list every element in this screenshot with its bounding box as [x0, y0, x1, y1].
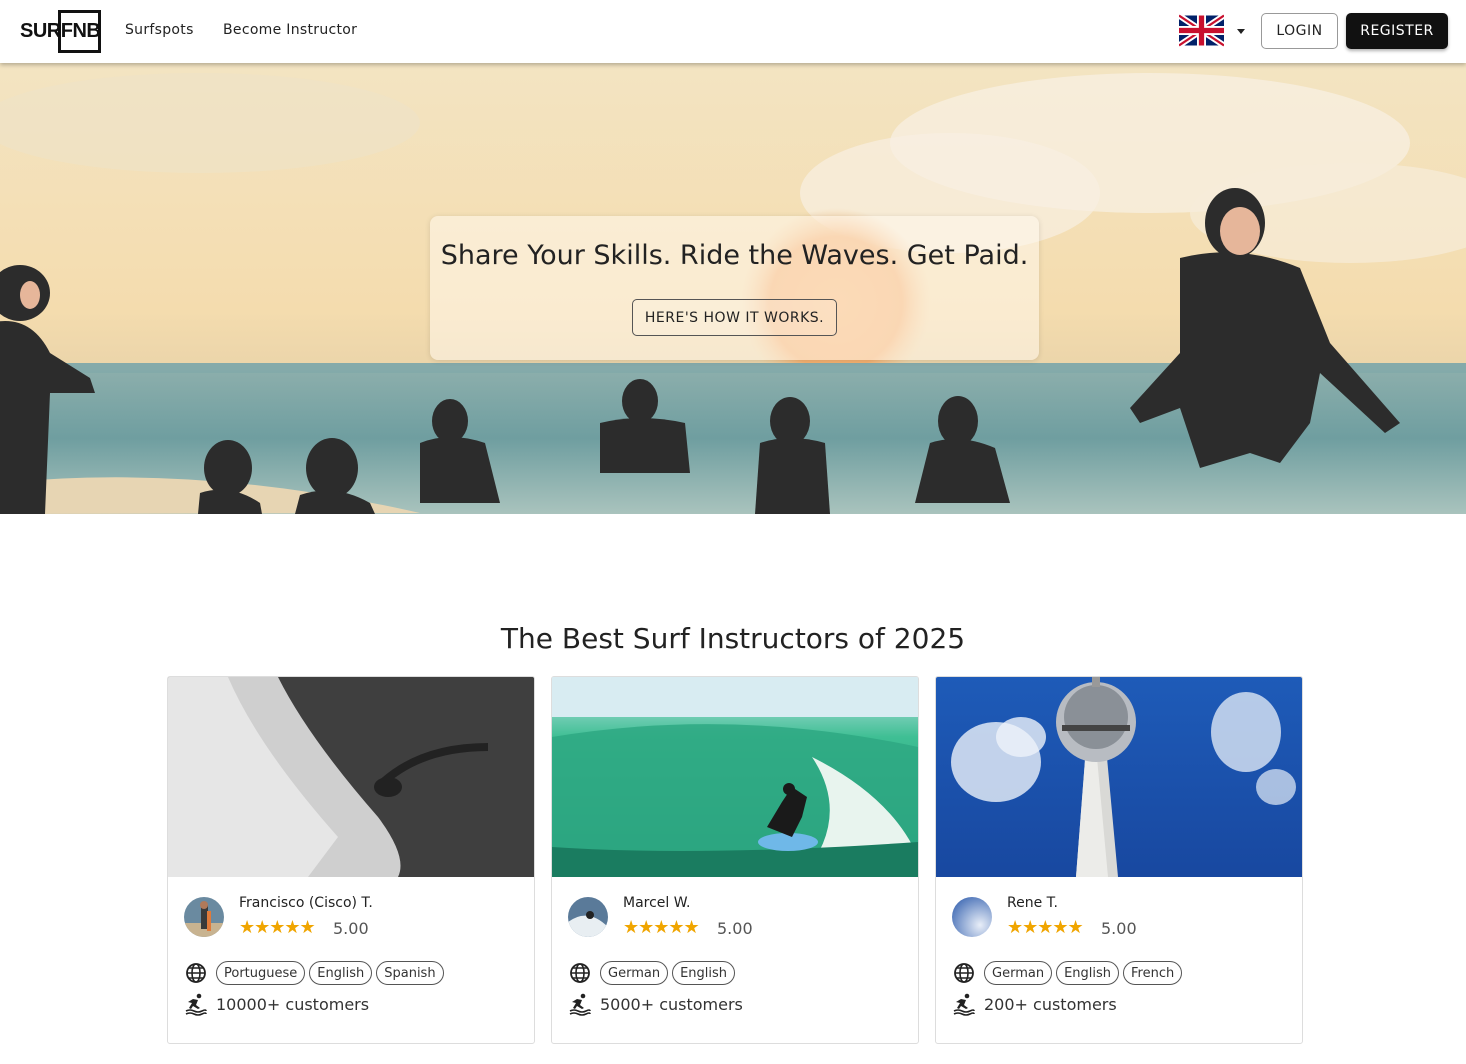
- rating-value: 5.00: [1101, 919, 1137, 938]
- globe-icon: [954, 963, 974, 983]
- language-chip: English: [1056, 961, 1120, 985]
- star-rating-icon: ★★★★★: [1007, 917, 1084, 938]
- language-chip: Portuguese: [216, 961, 306, 985]
- star-rating-icon: ★★★★★: [623, 917, 700, 938]
- instructor-photo: [168, 677, 534, 877]
- language-chip: Spanish: [376, 961, 444, 985]
- surfing-icon: [185, 993, 207, 1016]
- customers-row: 200+ customers: [952, 992, 1117, 1016]
- avatar: [952, 897, 992, 937]
- languages-row: German English: [568, 961, 739, 985]
- instructor-card[interactable]: Marcel W. ★★★★★ 5.00 German English 5000…: [551, 676, 919, 1044]
- language-chip: German: [984, 961, 1053, 985]
- customers-row: 10000+ customers: [184, 992, 369, 1016]
- nav-link-become-instructor[interactable]: Become Instructor: [223, 22, 357, 38]
- instructor-photo: [552, 677, 918, 877]
- customers-count: 10000+ customers: [216, 994, 370, 1014]
- instructor-card[interactable]: Rene T. ★★★★★ 5.00 German English French…: [935, 676, 1303, 1044]
- logo-text: SURFNB: [20, 20, 101, 42]
- customers-count: 5000+ customers: [600, 994, 743, 1014]
- top-navbar: SURFNB Surfspots Become Instructor LOGIN…: [0, 0, 1466, 63]
- section-title: The Best Surf Instructors of 2025: [500, 622, 966, 655]
- instructor-photo: [936, 677, 1302, 877]
- language-chip: German: [600, 961, 669, 985]
- languages-row: German English French: [952, 961, 1186, 985]
- how-it-works-button[interactable]: HERE'S HOW IT WORKS.: [632, 299, 837, 336]
- surfing-icon: [953, 993, 975, 1016]
- instructor-name[interactable]: Rene T.: [1007, 895, 1058, 911]
- languages-row: Portuguese English Spanish: [184, 961, 448, 985]
- globe-icon: [186, 963, 206, 983]
- language-chip: English: [672, 961, 736, 985]
- customers-count: 200+ customers: [984, 994, 1117, 1014]
- language-chip: English: [309, 961, 373, 985]
- language-chip: French: [1123, 961, 1183, 985]
- instructor-name[interactable]: Francisco (Cisco) T.: [239, 895, 373, 911]
- avatar: [184, 897, 224, 937]
- customers-row: 5000+ customers: [568, 992, 743, 1016]
- language-caret-icon[interactable]: [1237, 29, 1245, 34]
- star-rating-icon: ★★★★★: [239, 917, 316, 938]
- instructor-name[interactable]: Marcel W.: [623, 895, 690, 911]
- surfnb-logo[interactable]: SURFNB: [20, 10, 101, 53]
- avatar: [568, 897, 608, 937]
- hero-banner: Share Your Skills. Ride the Waves. Get P…: [0, 63, 1466, 514]
- hero-headline: Share Your Skills. Ride the Waves. Get P…: [440, 240, 1029, 271]
- rating-value: 5.00: [717, 919, 753, 938]
- instructor-card[interactable]: Francisco (Cisco) T. ★★★★★ 5.00 Portugue…: [167, 676, 535, 1044]
- nav-link-surfspots[interactable]: Surfspots: [125, 22, 194, 38]
- hero-card: Share Your Skills. Ride the Waves. Get P…: [430, 216, 1039, 360]
- globe-icon: [570, 963, 590, 983]
- surfing-icon: [569, 993, 591, 1016]
- rating-value: 5.00: [333, 919, 369, 938]
- register-button[interactable]: REGISTER: [1346, 13, 1448, 49]
- uk-flag-icon[interactable]: [1179, 14, 1224, 47]
- login-button[interactable]: LOGIN: [1261, 13, 1338, 49]
